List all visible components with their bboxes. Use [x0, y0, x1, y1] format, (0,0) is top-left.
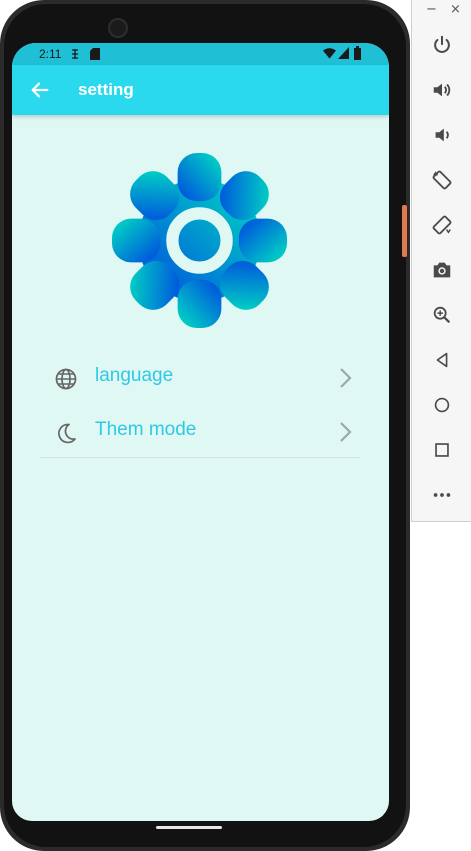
- home-gesture-bar[interactable]: [156, 826, 222, 829]
- screenshot-button[interactable]: [429, 257, 455, 283]
- nav-back-button[interactable]: [429, 347, 455, 373]
- back-icon: [436, 352, 448, 368]
- settings-gear-icon: [112, 153, 287, 328]
- nav-overview-button[interactable]: [429, 437, 455, 463]
- back-arrow-icon[interactable]: [29, 79, 51, 101]
- volume-down-button[interactable]: [429, 122, 455, 148]
- app-bar-title: setting: [78, 80, 134, 99]
- rotate-left-icon: [432, 170, 452, 190]
- globe-icon: [55, 368, 77, 390]
- rotate-right-icon: [432, 215, 452, 235]
- device-screen: 2:11 setting language Them mode: [12, 43, 389, 821]
- volume-down-icon: [435, 128, 449, 142]
- camera-icon: [433, 262, 451, 278]
- moon-icon: [58, 423, 76, 444]
- battery-icon: [354, 46, 361, 60]
- settings-item-label: language: [95, 365, 174, 386]
- nav-home-button[interactable]: [429, 392, 455, 418]
- power-side-button[interactable]: [402, 205, 407, 257]
- wifi-icon: [323, 48, 336, 59]
- rotate-left-button[interactable]: [429, 167, 455, 193]
- minimize-button[interactable]: −: [426, 2, 437, 17]
- emulator-toolbar: − ×: [411, 0, 471, 522]
- more-button[interactable]: [429, 482, 455, 508]
- chevron-right-icon: [340, 368, 352, 388]
- front-camera: [108, 18, 128, 38]
- status-sync-icon: [72, 49, 78, 59]
- status-bar: 2:11: [12, 43, 389, 65]
- sd-card-icon: [90, 48, 100, 60]
- volume-up-icon: [433, 83, 451, 97]
- home-icon: [434, 397, 450, 413]
- chevron-right-icon: [340, 422, 352, 442]
- overview-icon: [435, 443, 449, 457]
- zoom-button[interactable]: [429, 302, 455, 328]
- status-time: 2:11: [39, 47, 62, 61]
- list-divider: [40, 457, 360, 458]
- power-icon: [434, 35, 450, 53]
- zoom-icon: [433, 306, 451, 324]
- window-controls: − ×: [412, 0, 471, 22]
- signal-icon: [338, 47, 349, 59]
- more-icon: [433, 493, 451, 497]
- close-button[interactable]: ×: [450, 2, 461, 17]
- settings-item-language[interactable]: language: [40, 357, 360, 399]
- power-button[interactable]: [429, 32, 455, 58]
- volume-up-button[interactable]: [429, 77, 455, 103]
- phone-frame: 2:11 setting language Them mode: [0, 0, 410, 851]
- settings-item-label: Them mode: [95, 419, 197, 440]
- app-bar: setting: [12, 65, 389, 115]
- rotate-right-button[interactable]: [429, 212, 455, 238]
- settings-item-theme-mode[interactable]: Them mode: [40, 411, 360, 453]
